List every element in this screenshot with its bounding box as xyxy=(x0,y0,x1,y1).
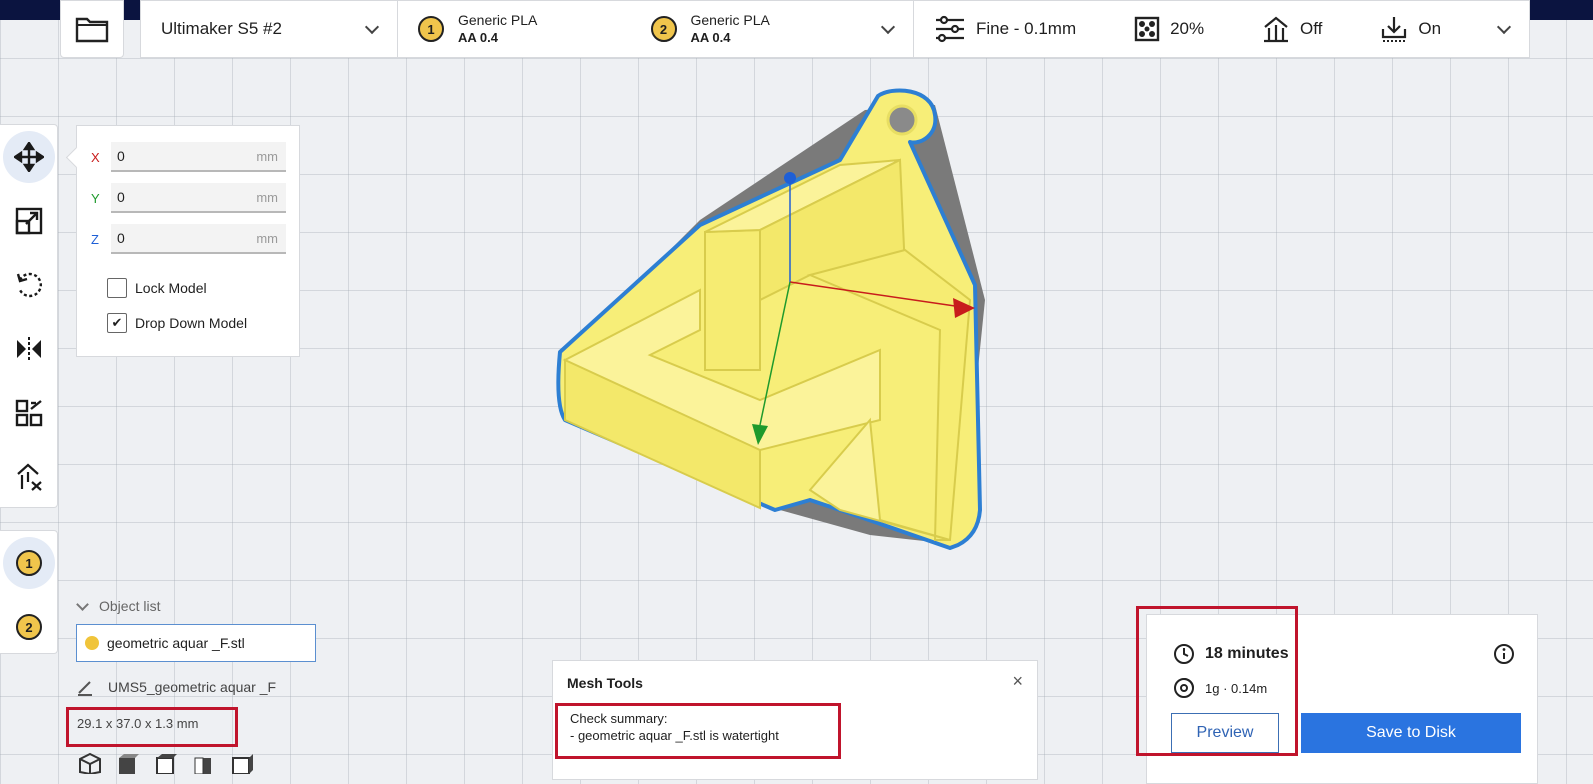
info-icon[interactable] xyxy=(1493,643,1515,665)
y-unit: mm xyxy=(256,189,278,205)
z-axis-handle[interactable] xyxy=(784,172,796,184)
drop-down-model-checkbox[interactable]: ✔ Drop Down Model xyxy=(107,313,247,333)
material-usage: 1g · 0.14m xyxy=(1205,680,1268,696)
mirror-icon xyxy=(17,337,41,361)
y-label: Y xyxy=(91,190,100,206)
extruder-2-button[interactable]: 2 xyxy=(0,595,58,659)
close-icon[interactable]: × xyxy=(1012,671,1023,692)
left-view-icon[interactable] xyxy=(192,752,216,774)
z-coordinate-row: Z 0 mm xyxy=(91,224,286,254)
save-to-disk-button[interactable]: Save to Disk xyxy=(1301,713,1521,753)
check-summary-title: Check summary: xyxy=(570,711,668,726)
model-dimensions: 29.1 x 37.0 x 1.3 mm xyxy=(66,707,238,747)
lock-model-label: Lock Model xyxy=(135,280,207,296)
check-summary: Check summary: - geometric aquar _F.stl … xyxy=(555,703,841,759)
right-view-icon[interactable] xyxy=(230,752,254,774)
object-list-toggle[interactable]: Object list xyxy=(76,597,161,614)
rotate-tool-button[interactable] xyxy=(0,253,58,317)
object-name: UMS5_geometric aquar _F xyxy=(108,679,277,695)
z-unit: mm xyxy=(256,230,278,246)
per-model-settings-icon xyxy=(15,399,43,427)
checkmark-icon: ✔ xyxy=(107,313,127,333)
spool-icon xyxy=(1174,678,1194,698)
check-summary-line: - geometric aquar _F.stl is watertight xyxy=(570,728,779,743)
move-tool-panel: X 0 mm Y 0 mm Z 0 mm Lock Model ✔ Drop D… xyxy=(76,125,300,357)
z-label: Z xyxy=(91,231,99,247)
x-coordinate-input[interactable]: 0 mm xyxy=(111,142,286,172)
extruder-2-icon: 2 xyxy=(16,614,42,640)
x-coordinate-row: X 0 mm xyxy=(91,142,286,172)
scale-icon xyxy=(15,207,43,235)
front-view-icon[interactable] xyxy=(116,752,140,774)
print-summary-panel: 18 minutes 1g · 0.14m Preview Save to Di… xyxy=(1146,614,1538,784)
x-label: X xyxy=(91,149,100,165)
chevron-down-icon xyxy=(76,597,89,611)
tool-sidebar xyxy=(0,124,58,508)
3d-view-icon[interactable] xyxy=(78,752,102,774)
pencil-icon xyxy=(78,681,92,696)
mesh-tools-panel: Mesh Tools × Check summary: - geometric … xyxy=(552,660,1038,780)
support-blocker-icon xyxy=(17,463,42,491)
extruder-1-icon: 1 xyxy=(16,550,42,576)
x-value: 0 xyxy=(117,148,125,164)
mesh-tools-title: Mesh Tools xyxy=(567,675,643,691)
lock-model-checkbox[interactable]: Lock Model xyxy=(107,278,207,298)
object-list-header: Object list xyxy=(99,598,161,614)
per-model-settings-button[interactable] xyxy=(0,381,58,445)
y-coordinate-input[interactable]: 0 mm xyxy=(111,183,286,213)
rotate-icon xyxy=(16,272,42,298)
move-icon xyxy=(14,142,44,172)
print-time-row: 18 minutes xyxy=(1173,643,1289,665)
scale-tool-button[interactable] xyxy=(0,189,58,253)
object-file-name: geometric aquar _F.stl xyxy=(107,635,245,651)
y-coordinate-row: Y 0 mm xyxy=(91,183,286,213)
preview-button[interactable]: Preview xyxy=(1171,713,1279,753)
extruder-color-dot xyxy=(85,636,99,650)
object-name-row[interactable]: UMS5_geometric aquar _F xyxy=(76,678,276,696)
extruder-1-button[interactable]: 1 xyxy=(0,531,58,595)
top-view-icon[interactable] xyxy=(154,752,178,774)
support-blocker-button[interactable] xyxy=(0,445,58,509)
z-coordinate-input[interactable]: 0 mm xyxy=(111,224,286,254)
x-unit: mm xyxy=(256,148,278,164)
drop-down-model-label: Drop Down Model xyxy=(135,315,248,331)
3d-model[interactable] xyxy=(556,88,982,550)
clock-icon xyxy=(1174,644,1194,664)
material-usage-row: 1g · 0.14m xyxy=(1173,677,1267,699)
camera-view-buttons xyxy=(78,752,254,774)
y-value: 0 xyxy=(117,189,125,205)
print-time: 18 minutes xyxy=(1205,645,1289,662)
move-tool-button[interactable] xyxy=(0,125,58,189)
z-value: 0 xyxy=(117,230,125,246)
extruder-tool-bar: 1 2 xyxy=(0,530,58,654)
checkbox-box xyxy=(107,278,127,298)
mirror-tool-button[interactable] xyxy=(0,317,58,381)
object-list-item[interactable]: geometric aquar _F.stl xyxy=(76,624,316,662)
